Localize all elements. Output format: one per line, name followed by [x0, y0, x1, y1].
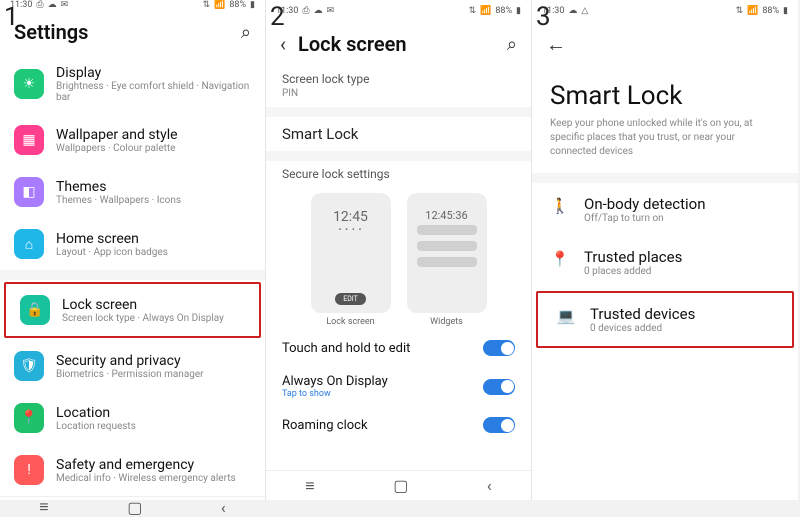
settings-item-wallpaper-and-style[interactable]: ▦ Wallpaper and styleWallpapers · Colour…: [0, 114, 265, 166]
settings-screen: 1 11:30⎙☁✉ ⇅📶88%▮ Settings ⌕ ☀ DisplayBr…: [0, 0, 266, 500]
statusbar: 11:30☁△ ⇅📶88%▮: [532, 0, 798, 22]
switch-icon[interactable]: [483, 417, 515, 433]
location-icon: 📍: [14, 403, 44, 433]
smart-lock-on-body-detection[interactable]: 🚶 On-body detectionOff/Tap to turn on: [532, 183, 798, 236]
search-icon[interactable]: ⌕: [507, 34, 517, 55]
settings-item-home-screen[interactable]: ⌂ Home screenLayout · App icon badges: [0, 218, 265, 270]
smart-lock-trusted-devices[interactable]: 💻 Trusted devices0 devices added: [536, 291, 794, 348]
wallpaper-and-style-icon: ▦: [14, 125, 44, 155]
toggle-roaming-clock[interactable]: Roaming clock: [266, 408, 531, 442]
screen-lock-type-value: PIN: [266, 88, 531, 107]
smart-lock-trusted-places[interactable]: 📍 Trusted places0 places added: [532, 236, 798, 289]
back-icon[interactable]: ‹: [280, 32, 286, 56]
step-1: 1: [4, 2, 19, 32]
switch-icon[interactable]: [483, 379, 515, 395]
switch-icon[interactable]: [483, 340, 515, 356]
page-title: Smart Lock: [532, 67, 798, 117]
security-and-privacy-icon: 🛡: [14, 351, 44, 381]
back-icon[interactable]: ←: [546, 32, 566, 57]
android-navbar[interactable]: ≡▢‹: [266, 470, 531, 500]
safety-and-emergency-icon: !: [14, 455, 44, 485]
page-title: Lock screen: [298, 32, 495, 56]
settings-item-lock-screen[interactable]: 🔒 Lock screenScreen lock type · Always O…: [4, 282, 261, 338]
trusted-places-icon: 📍: [550, 250, 570, 268]
edit-badge[interactable]: EDIT: [335, 293, 366, 305]
page-title: Settings: [14, 20, 229, 44]
home-screen-icon: ⌂: [14, 229, 44, 259]
lock-screen-preview[interactable]: 12:45 • • • • EDIT Lock screen: [311, 193, 391, 327]
android-navbar[interactable]: ≡▢‹: [0, 496, 265, 517]
secure-lock-row[interactable]: Secure lock settings: [266, 161, 531, 183]
step-2: 2: [270, 2, 285, 32]
settings-item-safety-and-emergency[interactable]: ! Safety and emergencyMedical info · Wir…: [0, 444, 265, 496]
screen-lock-type-label[interactable]: Screen lock type: [266, 66, 531, 88]
smart-lock-header: ←: [532, 22, 798, 67]
toggle-always-on-display[interactable]: Always On DisplayTap to show: [266, 365, 531, 408]
search-icon[interactable]: ⌕: [241, 22, 251, 43]
widgets-preview[interactable]: 12:45:36 Widgets: [407, 193, 487, 327]
smart-lock-row[interactable]: Smart Lock: [266, 117, 531, 151]
toggle-touch-and-hold-to-edit[interactable]: Touch and hold to edit: [266, 331, 531, 365]
lock-screen-header: ‹ Lock screen ⌕: [266, 22, 531, 66]
settings-item-display[interactable]: ☀ DisplayBrightness · Eye comfort shield…: [0, 54, 265, 114]
settings-item-themes[interactable]: ◧ ThemesThemes · Wallpapers · Icons: [0, 166, 265, 218]
settings-item-security-and-privacy[interactable]: 🛡 Security and privacyBiometrics · Permi…: [0, 340, 265, 392]
settings-item-location[interactable]: 📍 LocationLocation requests: [0, 392, 265, 444]
themes-icon: ◧: [14, 177, 44, 207]
smart-lock-screen: 3 11:30☁△ ⇅📶88%▮ ← Smart Lock Keep your …: [532, 0, 798, 500]
lock-screen-icon: 🔒: [20, 295, 50, 325]
page-desc: Keep your phone unlocked while it's on y…: [532, 117, 798, 173]
step-3: 3: [536, 2, 551, 32]
statusbar: 11:30⎙☁✉ ⇅📶88%▮: [0, 0, 265, 10]
display-icon: ☀: [14, 69, 44, 99]
on-body-detection-icon: 🚶: [550, 197, 570, 215]
statusbar: 11:30⎙☁✉ ⇅📶88%▮: [266, 0, 531, 22]
settings-header: Settings ⌕: [0, 10, 265, 54]
trusted-devices-icon: 💻: [556, 307, 576, 325]
lock-screen-settings: 2 11:30⎙☁✉ ⇅📶88%▮ ‹ Lock screen ⌕ Screen…: [266, 0, 532, 500]
